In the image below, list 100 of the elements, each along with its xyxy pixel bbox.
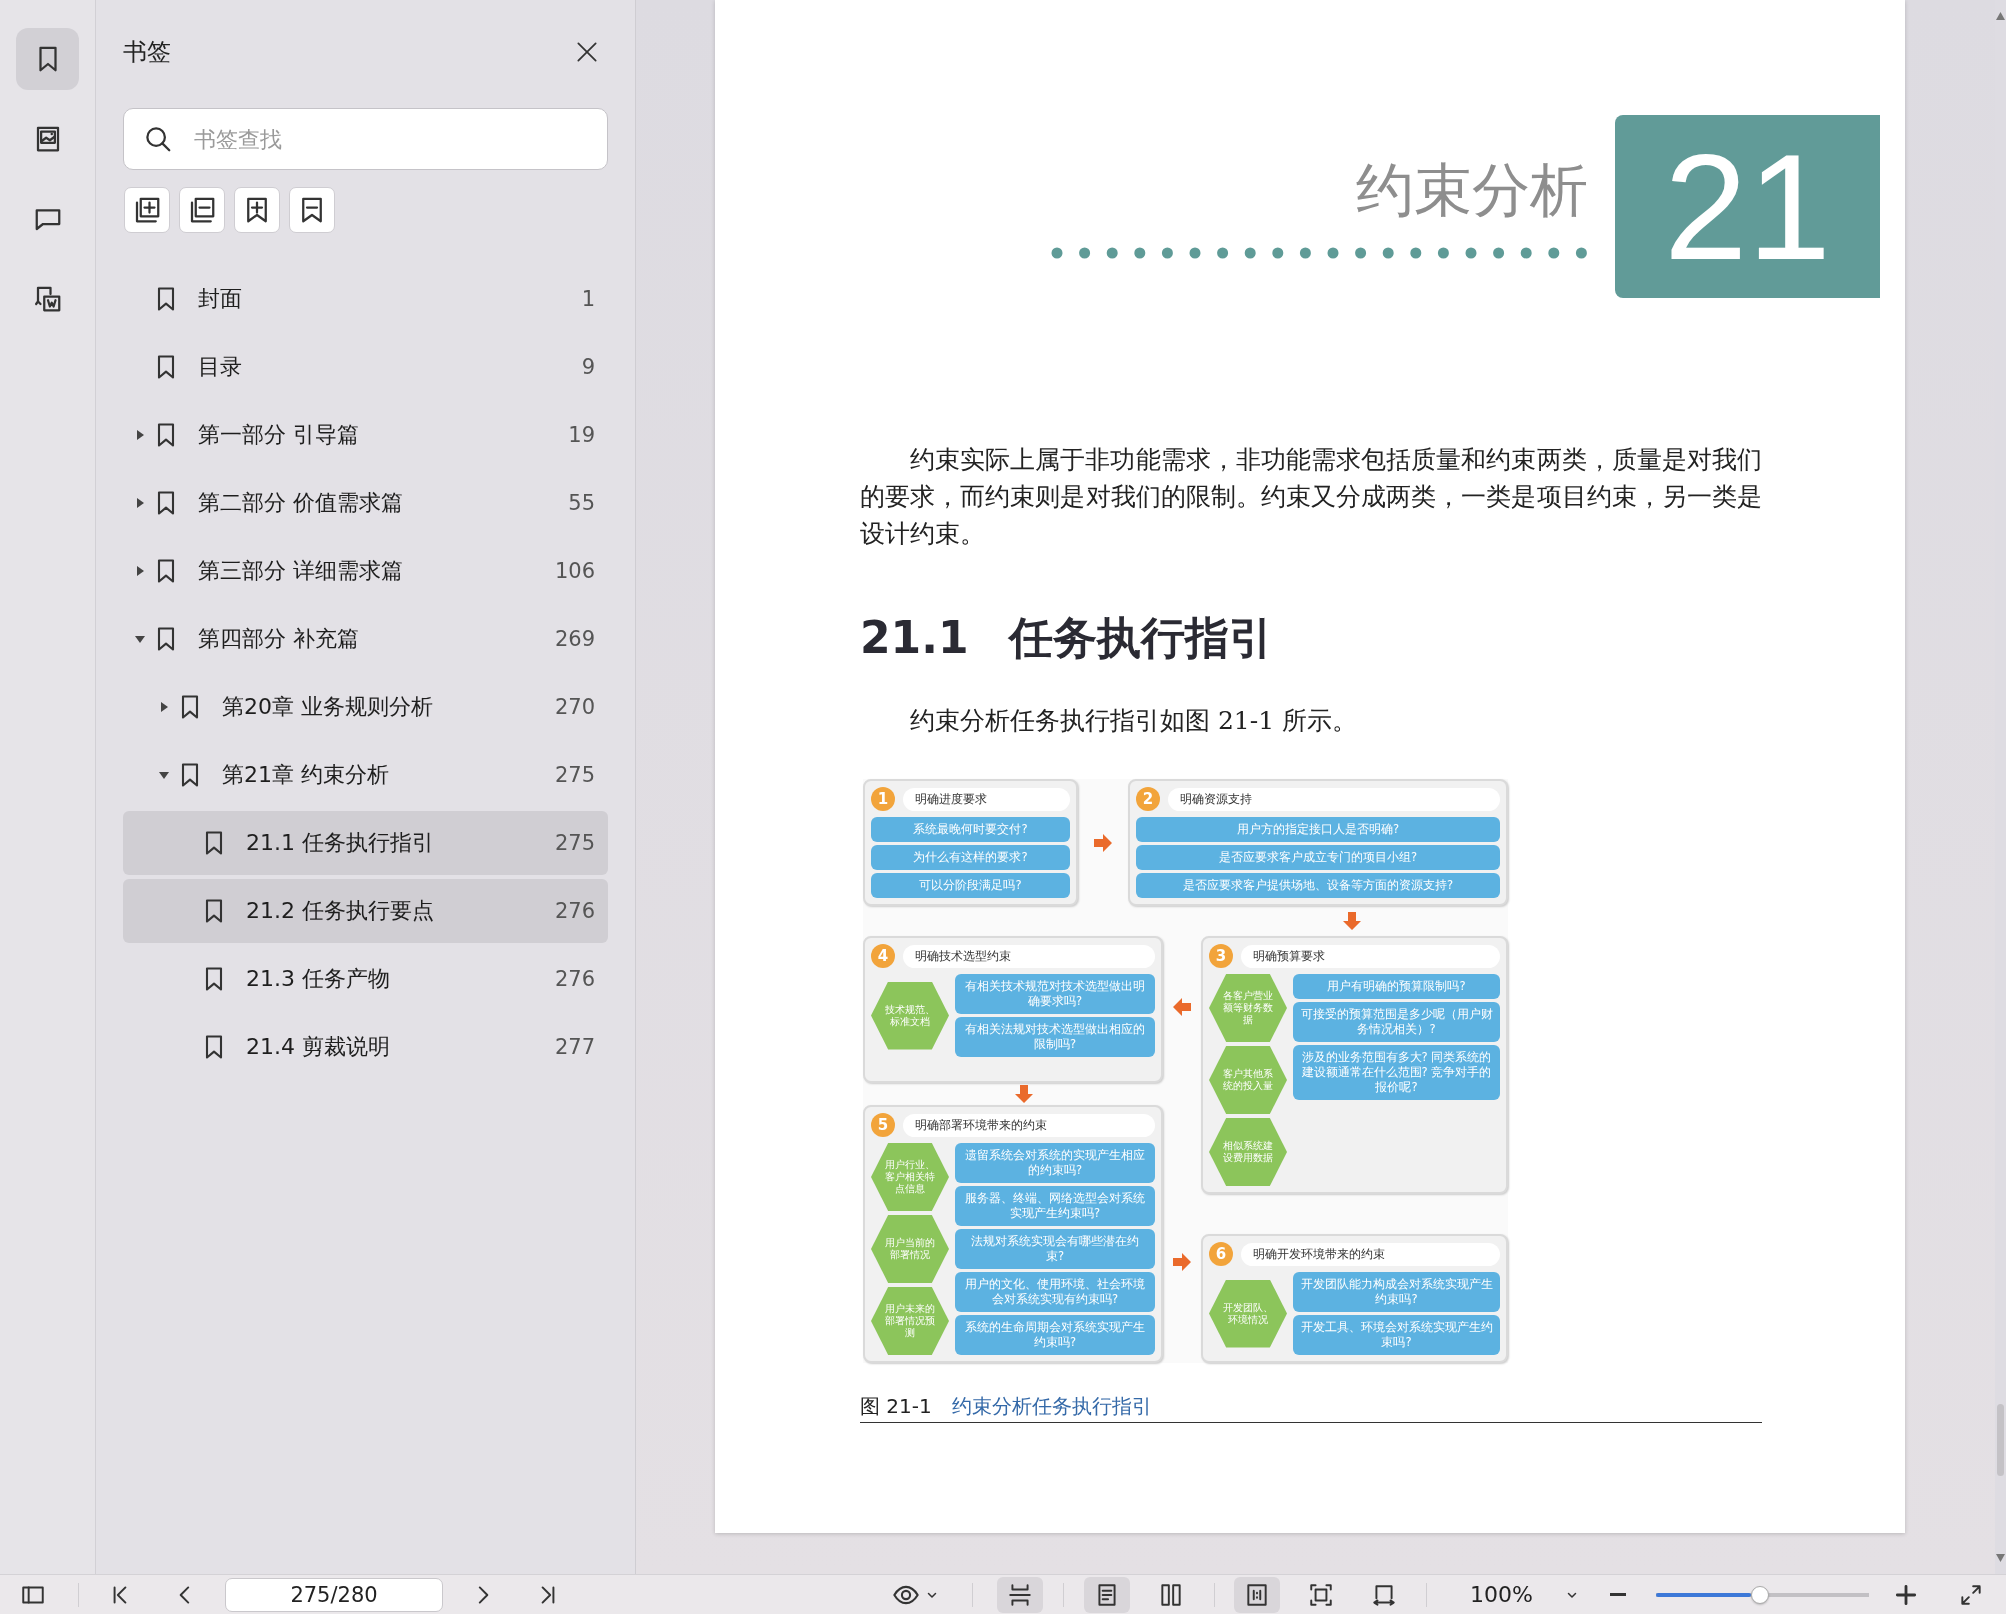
bookmark-item[interactable]: 第一部分 引导篇 19	[123, 403, 608, 467]
question-box: 是否应要求客户成立专门的项目小组?	[1136, 845, 1500, 870]
chapter-title: 约束分析	[1356, 154, 1588, 225]
step-number: 4	[871, 944, 895, 968]
bookmark-item[interactable]: 目录 9	[123, 335, 608, 399]
bookmark-label: 21.4 剪裁说明	[246, 1033, 391, 1061]
question-box: 系统最晚何时要交付?	[871, 817, 1070, 842]
page-number: 269	[554, 627, 595, 651]
figure-label: 图 21-1	[860, 1393, 932, 1420]
page-number: 270	[554, 695, 595, 719]
question-box: 可接受的预算范围是多少呢（用户财务情况相关）?	[1293, 1002, 1500, 1042]
scroll-thumb[interactable]	[1997, 1404, 2004, 1476]
page-number: 19	[568, 423, 595, 447]
scroll-up-icon[interactable]	[1996, 12, 2005, 20]
bookmark-label: 21.1 任务执行指引	[246, 829, 435, 857]
chapter-number: 21	[1615, 115, 1880, 298]
question-box: 服务器、终端、网络选型会对系统实现产生约束吗?	[955, 1186, 1155, 1226]
continuous-scroll-icon	[1007, 1581, 1033, 1608]
disclosure-triangle-icon[interactable]	[135, 566, 145, 576]
question-box: 用户方的指定接口人是否明确?	[1136, 817, 1500, 842]
arrow-icon	[1092, 831, 1114, 854]
disclosure-triangle-icon[interactable]	[135, 430, 145, 440]
question-box: 遗留系统会对系统的实现产生相应的约束吗?	[955, 1143, 1155, 1183]
page-number: 277	[554, 1035, 595, 1059]
bookmark-item[interactable]: 第四部分 补充篇 269	[123, 607, 608, 671]
panel-title: 书签	[123, 37, 171, 68]
slider-thumb[interactable]	[1751, 1585, 1770, 1604]
minus-icon	[1608, 1593, 1628, 1596]
bookmark-item[interactable]: 21.4 剪裁说明 277	[123, 1015, 608, 1079]
step-number: 2	[1136, 787, 1160, 811]
arrow-icon	[1171, 996, 1193, 1018]
fit-mode-button[interactable]	[1234, 1576, 1280, 1613]
two-page-icon	[1158, 1581, 1184, 1608]
question-box: 是否应要求客户提供场地、设备等方面的资源支持?	[1136, 873, 1500, 898]
bookmark-tool-button[interactable]	[124, 187, 170, 233]
question-box: 系统的生命周期会对系统实现产生约束吗?	[955, 1315, 1155, 1355]
bookmark-label: 21.3 任务产物	[246, 965, 391, 993]
bookmark-label: 封面	[198, 285, 243, 313]
arrow-icon	[1171, 1251, 1193, 1273]
zoom-dropdown[interactable]: 100%	[1456, 1576, 1586, 1613]
disclosure-triangle-icon[interactable]	[135, 634, 145, 644]
bookmark-item[interactable]: 第21章 约束分析 275	[123, 743, 608, 807]
scroll-down-icon[interactable]	[1996, 1554, 2005, 1562]
bookmark-item[interactable]: 21.3 任务产物 276	[123, 947, 608, 1011]
bookmark-item[interactable]: 21.1 任务执行指引 275	[123, 811, 608, 875]
bookmark-item[interactable]: 21.2 任务执行要点 276	[123, 879, 608, 943]
bookmark-label: 目录	[198, 353, 243, 381]
figure-caption: 约束分析任务执行指引	[951, 1393, 1152, 1420]
bookmark-item[interactable]: 封面 1	[123, 267, 608, 331]
arrow-icon	[1341, 910, 1363, 932]
disclosure-triangle-icon[interactable]	[159, 770, 169, 780]
bookmark-label: 第20章 业务规则分析	[222, 693, 434, 721]
page-mode-button[interactable]	[1084, 1576, 1130, 1613]
bookmark-label: 第四部分 补充篇	[198, 625, 360, 653]
question-box: 可以分阶段满足吗?	[871, 873, 1070, 898]
page-number-field[interactable]: 275/280	[225, 1577, 443, 1612]
bookmark-item[interactable]: 第三部分 详细需求篇 106	[123, 539, 608, 603]
page-number: 106	[554, 559, 595, 583]
section-number: 21.1	[860, 611, 969, 665]
page-number: 55	[568, 491, 595, 515]
disclosure-triangle-icon[interactable]	[159, 702, 169, 712]
step-number: 3	[1209, 944, 1233, 968]
question-box: 有相关技术规范对技术选型做出明确要求吗?	[955, 974, 1155, 1014]
bookmark-label: 21.2 任务执行要点	[246, 897, 435, 925]
body-paragraph: 约束分析任务执行指引如图 21-1 所示。	[909, 705, 1359, 737]
step-title: 明确资源支持	[1168, 787, 1500, 811]
page-number: 275	[554, 763, 595, 787]
page-number: 9	[581, 355, 595, 379]
rail-tab[interactable]	[16, 28, 79, 90]
actual-size-icon	[1244, 1581, 1270, 1608]
disclosure-triangle-icon[interactable]	[135, 498, 145, 508]
bookmark-label: 第二部分 价值需求篇	[198, 489, 404, 517]
arrow-icon	[1013, 1083, 1035, 1105]
bookmark-label: 第21章 约束分析	[222, 761, 390, 789]
step-title: 明确技术选型约束	[903, 944, 1155, 968]
step-title: 明确部署环境带来的约束	[903, 1113, 1155, 1137]
body-paragraph: 约束实际上属于非功能需求，非功能需求包括质量和约束两类，质量是对我们的要求，而约束则是对我们的限制。约束又分成两类，一类是项目约束，另一类是设计约束。	[860, 444, 1762, 550]
step-number: 6	[1209, 1242, 1233, 1266]
bookmark-item[interactable]: 第二部分 价值需求篇 55	[123, 471, 608, 535]
page-number: 276	[554, 899, 595, 923]
bookmark-tool-button[interactable]	[289, 187, 335, 233]
question-box: 涉及的业务范围有多大? 同类系统的建设额通常在什么范围? 竞争对手的报价呢?	[1293, 1045, 1500, 1100]
step-title: 明确预算要求	[1241, 944, 1500, 968]
step-title: 明确开发环境带来的约束	[1241, 1242, 1500, 1266]
question-box: 法规对系统实现会有哪些潜在约束?	[955, 1229, 1155, 1269]
question-box: 用户有明确的预算限制吗?	[1293, 974, 1500, 999]
question-box: 开发团队能力构成会对系统实现产生约束吗?	[1293, 1272, 1500, 1312]
bookmark-tool-button[interactable]	[234, 187, 280, 233]
question-box: 开发工具、环境会对系统实现产生约束吗?	[1293, 1315, 1500, 1355]
view-mode-button[interactable]	[997, 1576, 1043, 1613]
bookmark-label: 第三部分 详细需求篇	[198, 557, 404, 585]
step-number: 5	[871, 1113, 895, 1137]
bookmark-tool-button[interactable]	[179, 187, 225, 233]
bookmark-item[interactable]: 第20章 业务规则分析 270	[123, 675, 608, 739]
fit-page-icon	[1308, 1581, 1334, 1608]
step-title: 明确进度要求	[903, 787, 1070, 811]
page-number: 276	[554, 967, 595, 991]
search-field[interactable]: 书签查找	[123, 108, 608, 170]
document-stack-icon	[32, 284, 63, 314]
question-box: 有相关法规对技术选型做出相应的限制吗?	[955, 1017, 1155, 1057]
